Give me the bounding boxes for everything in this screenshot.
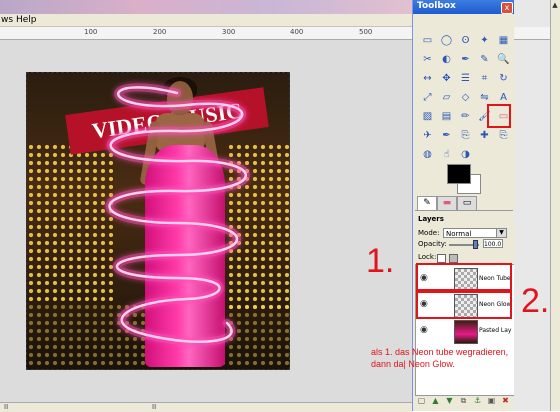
- eraser-highlight-box: [487, 104, 511, 128]
- rotate-icon[interactable]: ↻: [497, 72, 510, 85]
- fuzzy-select-icon[interactable]: ✦: [478, 34, 491, 47]
- lock-pixels-checkbox[interactable]: [437, 254, 446, 263]
- pencil-icon[interactable]: ✏: [459, 110, 472, 123]
- move-icon[interactable]: ✥: [440, 72, 453, 85]
- eye-icon[interactable]: ◉: [420, 326, 430, 335]
- scissors-icon[interactable]: ✂: [421, 53, 434, 66]
- ruler-label: 500: [359, 28, 373, 36]
- smudge-icon[interactable]: ☝: [440, 148, 453, 161]
- color-swatches[interactable]: [447, 164, 481, 194]
- opacity-field[interactable]: 100.0: [483, 239, 503, 248]
- image-canvas[interactable]: VIDEO MUSIC: [26, 72, 290, 370]
- close-icon[interactable]: x: [501, 2, 513, 14]
- color-picker-icon[interactable]: ✎: [478, 53, 491, 66]
- scroll-up-arrow-icon[interactable]: ▲: [550, 0, 560, 10]
- foreground-color-swatch[interactable]: [447, 164, 471, 184]
- mode-label: Mode:: [418, 229, 440, 237]
- dodge-burn-icon[interactable]: ◑: [459, 148, 472, 161]
- highlight-layer-2: [416, 291, 512, 319]
- ruler-label: 300: [222, 28, 236, 36]
- ellipse-select-icon[interactable]: ◯: [440, 34, 453, 47]
- image-window: ws Help 100 200 300 400 500 VIDEO MUSIC: [0, 0, 412, 412]
- opacity-slider-thumb[interactable]: [473, 240, 478, 249]
- note-line: als 1. das Neon tube wegradieren,: [371, 347, 509, 357]
- rect-select-icon[interactable]: ▭: [421, 34, 434, 47]
- menu-bar: ws Help: [0, 14, 412, 27]
- text-icon[interactable]: A: [497, 91, 510, 104]
- ruler-label: 200: [153, 28, 167, 36]
- layer-row[interactable]: ◉ Pasted Lay: [416, 319, 514, 344]
- tab-tool-options[interactable]: ✎: [417, 196, 437, 210]
- layers-title: Layers: [418, 215, 444, 223]
- ruler-label: 100: [84, 28, 98, 36]
- shear-icon[interactable]: ▱: [440, 91, 453, 104]
- bucket-fill-icon[interactable]: ▨: [421, 110, 434, 123]
- mode-select[interactable]: Normal ▼: [443, 228, 507, 238]
- flip-icon[interactable]: ⇋: [478, 91, 491, 104]
- measure-icon[interactable]: ↔: [421, 72, 434, 85]
- layer-buttons: ▢ ▲ ▼ ⧉ ⚓ ▣ ✖: [415, 395, 513, 407]
- scroll-grip: II: [4, 403, 9, 411]
- layers-icon: ▭: [462, 198, 472, 208]
- airbrush-icon[interactable]: ✈: [421, 129, 434, 142]
- clone-icon[interactable]: ⎘: [459, 129, 472, 142]
- menu-help[interactable]: Help: [16, 14, 37, 26]
- lock-label: Lock:: [418, 253, 437, 261]
- layer-thumbnail: [454, 320, 478, 344]
- horizontal-ruler: 100 200 300 400 500: [0, 27, 412, 40]
- blend-icon[interactable]: ▤: [440, 110, 453, 123]
- anchor-layer-icon[interactable]: ⚓: [473, 396, 482, 405]
- lower-layer-icon[interactable]: ▼: [445, 396, 454, 405]
- toolbox-titlebar[interactable]: Toolbox x: [413, 0, 515, 14]
- crop-icon[interactable]: ⌗: [478, 72, 491, 85]
- new-layer-icon[interactable]: ▢: [417, 396, 426, 405]
- heal-icon[interactable]: ✚: [478, 129, 491, 142]
- ink-icon[interactable]: ✒: [440, 129, 453, 142]
- align-icon[interactable]: ☰: [459, 72, 472, 85]
- duplicate-layer-icon[interactable]: ⧉: [459, 396, 468, 405]
- tab-layers-icon[interactable]: ▭: [457, 196, 477, 210]
- menu-windows[interactable]: ws: [1, 14, 13, 26]
- layers-panel: Layers Mode: Normal ▼ Opacity: 100.0 Loc…: [415, 212, 515, 411]
- note-line: dann da| Neon Glow.: [371, 359, 455, 369]
- scale-icon[interactable]: ⤢: [421, 91, 434, 104]
- highlight-layer-1: [416, 263, 512, 291]
- ruler-right-part: [514, 27, 550, 40]
- raise-layer-icon[interactable]: ▲: [431, 396, 440, 405]
- layer-mask-icon[interactable]: ▣: [487, 396, 496, 405]
- perspective-icon[interactable]: ◇: [459, 91, 472, 104]
- annotation-number-2: 2.: [521, 282, 550, 320]
- chevron-down-icon[interactable]: ▼: [496, 229, 506, 237]
- ruler-label: 400: [290, 28, 304, 36]
- mode-value: Normal: [446, 230, 472, 238]
- neon-spiral: [105, 83, 250, 346]
- delete-layer-icon[interactable]: ✖: [501, 396, 510, 405]
- annotation-number-1: 1.: [366, 242, 395, 280]
- lasso-icon[interactable]: ʘ: [459, 34, 472, 47]
- foreground-select-icon[interactable]: ◐: [440, 53, 453, 66]
- color-select-icon[interactable]: ▦: [497, 34, 510, 47]
- blur-icon[interactable]: ◍: [421, 148, 434, 161]
- opacity-label: Opacity:: [418, 240, 447, 248]
- layer-name: Pasted Lay: [479, 327, 512, 334]
- toolbox-title: Toolbox: [417, 1, 456, 11]
- eraser-icon: ▬: [442, 198, 452, 208]
- scroll-grip: II: [152, 403, 157, 411]
- paths-icon[interactable]: ✒: [459, 53, 472, 66]
- dock-tabs: ✎ ▬ ▭: [415, 196, 513, 211]
- tab-eraser[interactable]: ▬: [437, 196, 457, 210]
- lock-alpha-checkbox[interactable]: [449, 254, 458, 263]
- window-title-strip: [0, 0, 412, 14]
- annotation-note: als 1. das Neon tube wegradieren, dann d…: [371, 346, 560, 370]
- perspective-clone-icon[interactable]: ⎘: [497, 129, 510, 142]
- brush-icon: ✎: [423, 198, 431, 208]
- zoom-icon[interactable]: 🔍: [497, 53, 510, 66]
